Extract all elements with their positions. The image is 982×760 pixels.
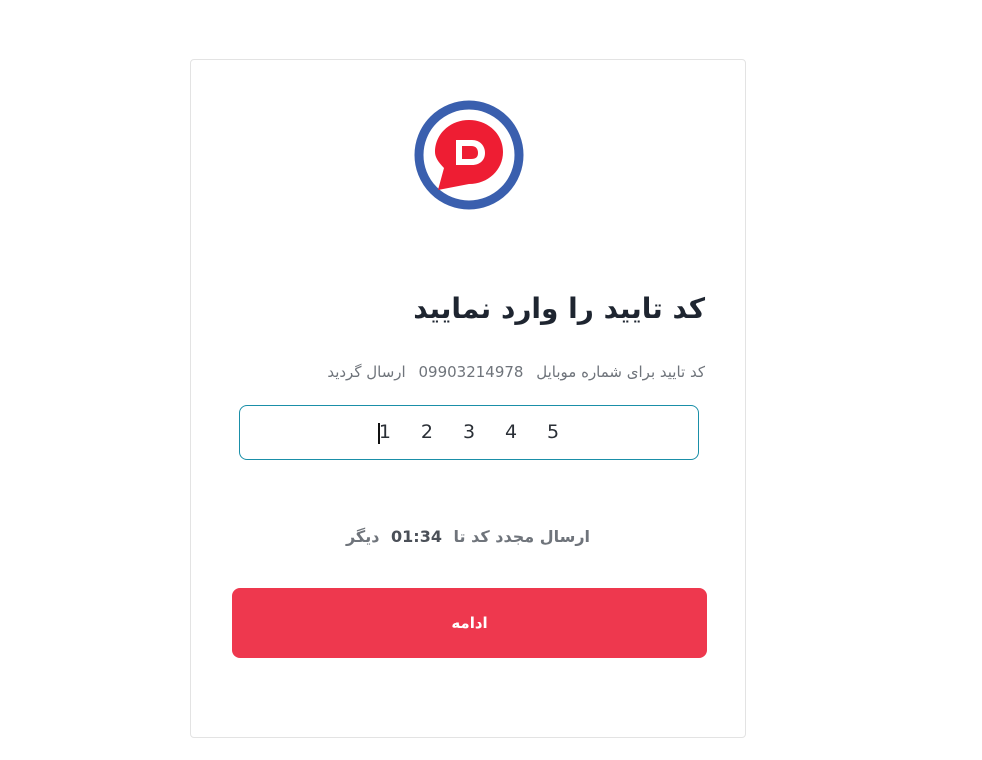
otp-digit-4[interactable]: 4 bbox=[493, 421, 529, 443]
verification-description: کد تایید برای شماره موبایل 09903214978 ا… bbox=[327, 363, 705, 381]
resend-suffix: دیگر bbox=[345, 527, 380, 546]
otp-digit-3[interactable]: 3 bbox=[451, 421, 487, 443]
description-suffix: ارسال گردید bbox=[327, 363, 406, 381]
page-title: کد تایید را وارد نمایید bbox=[413, 292, 705, 325]
otp-input[interactable]: 1 2 3 4 5 bbox=[239, 405, 699, 460]
resend-countdown: ارسال مجدد کد تا 01:34 دیگر bbox=[191, 527, 745, 546]
verification-card: کد تایید را وارد نمایید کد تایید برای شم… bbox=[190, 59, 746, 738]
description-prefix: کد تایید برای شماره موبایل bbox=[536, 363, 705, 381]
resend-prefix: ارسال مجدد کد تا bbox=[453, 527, 591, 546]
brand-logo bbox=[414, 100, 524, 210]
otp-digit-2[interactable]: 2 bbox=[409, 421, 445, 443]
otp-digit-1[interactable]: 1 bbox=[367, 421, 403, 444]
continue-button[interactable]: ادامه bbox=[232, 588, 707, 658]
otp-digit-5[interactable]: 5 bbox=[535, 421, 571, 443]
phone-number: 09903214978 bbox=[418, 363, 524, 381]
resend-timer: 01:34 bbox=[391, 527, 442, 546]
brand-logo-icon bbox=[414, 100, 524, 210]
otp-digits[interactable]: 1 2 3 4 5 bbox=[240, 421, 698, 444]
